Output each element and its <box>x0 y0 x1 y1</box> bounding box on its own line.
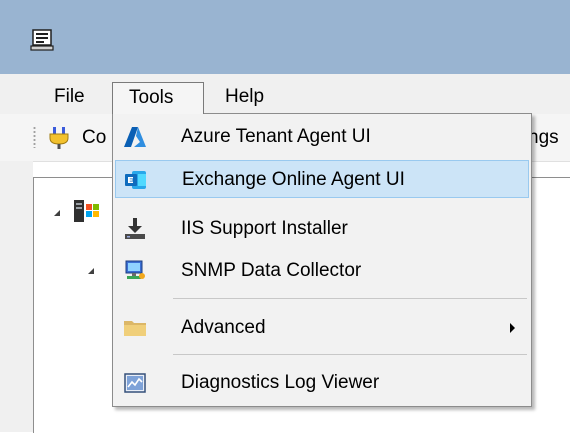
menu-tools[interactable]: Tools <box>112 82 204 114</box>
exchange-icon <box>125 171 146 189</box>
submenu-arrow-icon <box>510 323 515 333</box>
menu-item-iis-support-installer[interactable]: IIS Support Installer <box>115 210 529 248</box>
toolbar-settings-label[interactable]: ngs <box>528 126 559 150</box>
menu-item-exchange-online-agent-ui[interactable]: Exchange Online Agent UI <box>115 160 529 198</box>
toolbar-connect-label[interactable]: Co <box>82 126 106 150</box>
menu-item-label: IIS Support Installer <box>181 218 348 239</box>
left-strip <box>0 161 33 432</box>
azure-icon <box>124 127 146 147</box>
installer-icon <box>125 218 145 239</box>
tree-expander-icon[interactable] <box>54 210 60 216</box>
snmp-icon <box>125 260 145 279</box>
menu-file[interactable]: File <box>50 82 112 112</box>
menu-item-advanced[interactable]: Advanced <box>115 309 529 347</box>
menu-separator <box>173 298 527 299</box>
title-bar <box>0 0 570 74</box>
menu-bar: File Help <box>0 74 570 114</box>
menu-help[interactable]: Help <box>213 82 283 112</box>
tree-expander-icon[interactable] <box>88 268 94 274</box>
app-icon <box>30 29 54 51</box>
log-viewer-icon <box>124 373 146 393</box>
plug-icon[interactable] <box>48 126 70 150</box>
menu-item-label: Advanced <box>181 317 266 338</box>
menu-item-label: Exchange Online Agent UI <box>182 169 405 190</box>
menu-item-azure-tenant-agent-ui[interactable]: Azure Tenant Agent UI <box>115 118 529 156</box>
menu-separator <box>173 354 527 355</box>
menu-item-label: Diagnostics Log Viewer <box>181 372 380 393</box>
menu-item-diagnostics-log-viewer[interactable]: Diagnostics Log Viewer <box>115 364 529 402</box>
tools-dropdown-menu: Azure Tenant Agent UI Exchange Online Ag… <box>112 113 532 407</box>
server-icon <box>74 200 99 222</box>
menu-item-label: Azure Tenant Agent UI <box>181 126 371 147</box>
toolbar-grip[interactable] <box>33 126 36 148</box>
menu-item-label: SNMP Data Collector <box>181 260 362 281</box>
menu-item-snmp-data-collector[interactable]: SNMP Data Collector <box>115 252 529 290</box>
folder-icon <box>124 321 146 336</box>
